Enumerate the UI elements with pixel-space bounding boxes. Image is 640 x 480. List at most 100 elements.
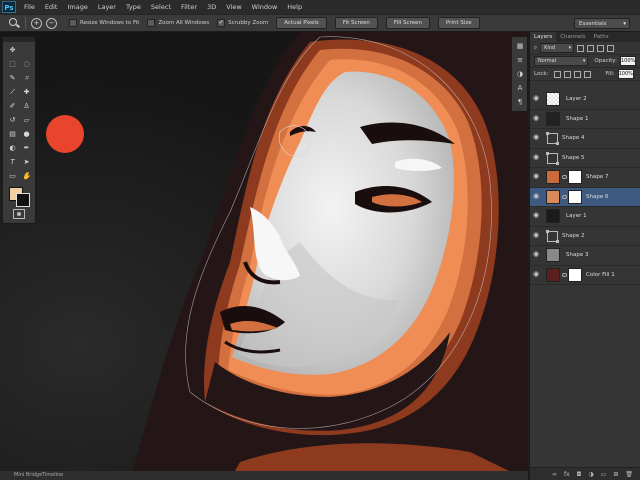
lasso-tool-icon[interactable]: ◌ bbox=[21, 59, 32, 69]
menu-3d[interactable]: 3D bbox=[207, 3, 216, 11]
opacity-input[interactable]: 100% bbox=[620, 56, 636, 66]
fx-icon[interactable]: fx bbox=[564, 471, 570, 478]
marquee-tool-icon[interactable]: ⬚ bbox=[7, 59, 18, 69]
healing-tool-icon[interactable]: ✚ bbox=[21, 87, 32, 97]
document-canvas[interactable]: Mini Bridge Timeline bbox=[0, 32, 528, 480]
layer-row[interactable]: ◉ Shape 4 bbox=[530, 129, 640, 149]
visibility-eye-icon[interactable]: ◉ bbox=[533, 153, 540, 161]
visibility-eye-icon[interactable]: ◉ bbox=[533, 134, 540, 141]
photoshop-logo: Ps bbox=[2, 1, 16, 13]
filter-type-icon[interactable] bbox=[597, 44, 605, 52]
link-layers-icon[interactable]: ∞ bbox=[552, 471, 557, 478]
menu-edit[interactable]: Edit bbox=[45, 3, 58, 11]
background-color-swatch[interactable] bbox=[16, 193, 30, 207]
filter-kind-select[interactable]: Kind bbox=[540, 43, 575, 53]
lock-all-icon[interactable] bbox=[584, 70, 592, 78]
fill-screen-button[interactable]: Fill Screen bbox=[385, 17, 430, 29]
status-bar: Mini Bridge Timeline bbox=[0, 471, 528, 480]
layer-row[interactable]: ◉ Layer 1 bbox=[530, 207, 640, 227]
mini-bridge-tab[interactable]: Mini Bridge bbox=[14, 472, 42, 478]
layer-row[interactable]: ◉ Color Fill 1 bbox=[530, 266, 640, 285]
scrubby-zoom-checkbox[interactable]: ✓ Scrubby Zoom bbox=[217, 19, 268, 27]
artwork-portrait bbox=[0, 32, 528, 480]
adjustments-icon[interactable]: ◑ bbox=[515, 69, 525, 79]
menu-type[interactable]: Type bbox=[126, 3, 141, 11]
dodge-tool-icon[interactable]: ◐ bbox=[7, 143, 18, 153]
tab-paths[interactable]: Paths bbox=[590, 32, 613, 42]
clone-stamp-tool-icon[interactable]: ♙ bbox=[21, 101, 32, 111]
tools-panel: ✥ ⬚ ◌ ✎ ⌗ ⁄ ✚ ✐ ♙ ↺ ▱ ▤ ● ◐ ✒ T ➤ ▭ ✋ bbox=[2, 36, 36, 224]
menu-image[interactable]: Image bbox=[67, 3, 87, 11]
layer-row[interactable]: ◉ Shape 1 bbox=[530, 110, 640, 129]
layer-row-selected[interactable]: ◉ Shape 6 bbox=[530, 187, 640, 207]
zoom-out-icon[interactable]: − bbox=[46, 17, 57, 29]
tools-panel-header[interactable] bbox=[3, 37, 35, 42]
tab-channels[interactable]: Channels bbox=[556, 32, 589, 42]
menu-help[interactable]: Help bbox=[287, 3, 302, 11]
character-icon[interactable]: A bbox=[515, 83, 525, 93]
new-layer-icon[interactable]: ⊞ bbox=[613, 471, 618, 478]
trash-icon[interactable]: 🗑 bbox=[625, 471, 633, 478]
history-icon[interactable]: ▦ bbox=[515, 41, 525, 51]
hand-tool-icon[interactable]: ✋ bbox=[21, 171, 32, 181]
layer-row[interactable]: ◉ Shape 2 bbox=[530, 227, 640, 246]
lock-transparent-icon[interactable] bbox=[554, 70, 562, 78]
path-selection-tool-icon[interactable]: ➤ bbox=[21, 157, 32, 167]
properties-icon[interactable]: ≡ bbox=[515, 55, 525, 65]
menu-layer[interactable]: Layer bbox=[98, 3, 116, 11]
lock-position-icon[interactable] bbox=[574, 70, 582, 78]
layer-row[interactable]: ◉ Shape 3 bbox=[530, 246, 640, 266]
visibility-eye-icon[interactable]: ◉ bbox=[533, 212, 540, 219]
fit-screen-button[interactable]: Fit Screen bbox=[334, 17, 378, 29]
menu-view[interactable]: View bbox=[226, 3, 241, 11]
menu-select[interactable]: Select bbox=[151, 3, 171, 11]
move-tool-icon[interactable]: ✥ bbox=[7, 45, 18, 55]
tab-layers[interactable]: Layers bbox=[530, 32, 557, 42]
filter-adjust-icon[interactable] bbox=[587, 44, 595, 52]
panel-tabs: Layers Channels Paths bbox=[530, 32, 640, 42]
quick-select-tool-icon[interactable]: ✎ bbox=[7, 73, 18, 83]
visibility-eye-icon[interactable]: ◉ bbox=[533, 95, 540, 102]
actual-pixels-button[interactable]: Actual Pixels bbox=[276, 17, 327, 29]
fill-label: Fill: bbox=[605, 71, 615, 77]
new-group-icon[interactable]: ▭ bbox=[601, 471, 607, 478]
paragraph-icon[interactable]: ¶ bbox=[515, 97, 525, 107]
layer-row[interactable]: ◉ Shape 7 bbox=[530, 168, 640, 188]
visibility-eye-icon[interactable]: ◉ bbox=[533, 173, 540, 180]
workspace-select[interactable]: Essentials bbox=[574, 18, 630, 30]
layer-row[interactable]: ◉ Shape 5 bbox=[530, 149, 640, 168]
zoom-all-windows-checkbox[interactable]: Zoom All Windows bbox=[147, 19, 209, 27]
crop-tool-icon[interactable]: ⌗ bbox=[21, 73, 32, 83]
print-size-button[interactable]: Print Size bbox=[437, 17, 480, 29]
eyedropper-tool-icon[interactable]: ⁄ bbox=[7, 87, 18, 97]
filter-shape-icon[interactable] bbox=[607, 44, 615, 52]
blur-tool-icon[interactable]: ● bbox=[21, 129, 32, 139]
blend-mode-select[interactable]: Normal bbox=[534, 56, 589, 66]
visibility-eye-icon[interactable]: ◉ bbox=[533, 251, 540, 258]
zoom-tool-icon[interactable] bbox=[8, 17, 20, 29]
add-mask-icon[interactable]: ◘ bbox=[577, 471, 582, 478]
pen-tool-icon[interactable]: ✒ bbox=[21, 143, 32, 153]
layer-row[interactable]: ◉ Layer 2 bbox=[530, 90, 640, 110]
visibility-eye-icon[interactable]: ◉ bbox=[533, 231, 540, 239]
type-tool-icon[interactable]: T bbox=[7, 157, 18, 167]
filter-pixel-icon[interactable] bbox=[577, 44, 585, 52]
visibility-eye-icon[interactable]: ◉ bbox=[533, 270, 540, 278]
quick-mask-icon[interactable] bbox=[13, 209, 25, 219]
eraser-tool-icon[interactable]: ▱ bbox=[21, 115, 32, 125]
history-brush-tool-icon[interactable]: ↺ bbox=[7, 115, 18, 125]
brush-tool-icon[interactable]: ✐ bbox=[7, 101, 18, 111]
menu-file[interactable]: File bbox=[24, 3, 35, 11]
visibility-eye-icon[interactable]: ◉ bbox=[533, 114, 540, 122]
shape-tool-icon[interactable]: ▭ bbox=[7, 171, 18, 181]
lock-image-icon[interactable] bbox=[564, 70, 572, 78]
adjustment-layer-icon[interactable]: ◑ bbox=[588, 471, 593, 478]
fill-input[interactable]: 100% bbox=[617, 69, 634, 79]
gradient-tool-icon[interactable]: ▤ bbox=[7, 129, 18, 139]
zoom-in-icon[interactable]: + bbox=[31, 17, 42, 29]
resize-windows-checkbox[interactable]: Resize Windows to Fit bbox=[69, 19, 139, 27]
menu-filter[interactable]: Filter bbox=[181, 3, 197, 11]
timeline-tab[interactable]: Timeline bbox=[42, 472, 63, 478]
menu-window[interactable]: Window bbox=[252, 3, 278, 11]
visibility-eye-icon[interactable]: ◉ bbox=[533, 192, 540, 200]
